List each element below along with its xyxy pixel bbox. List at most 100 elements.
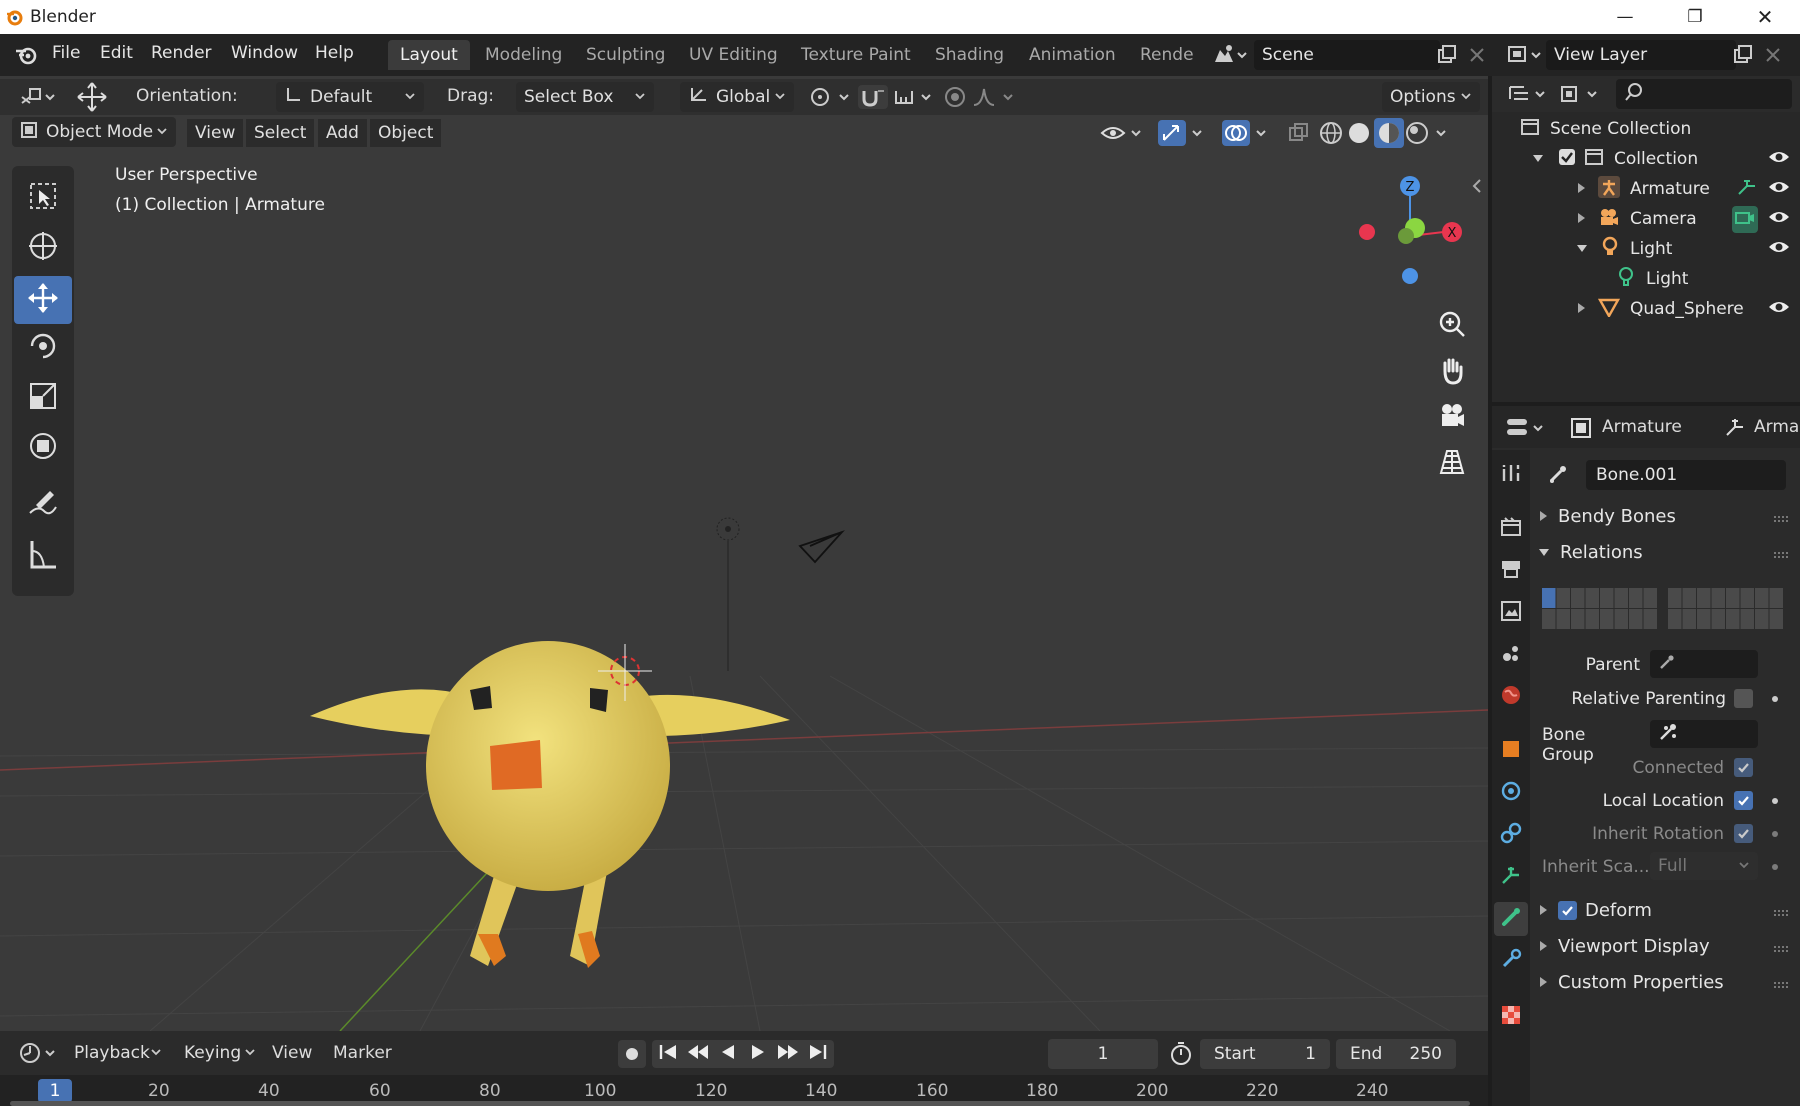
bone-layer-cell[interactable] <box>1643 588 1658 608</box>
gizmo-x-negative[interactable] <box>1359 224 1375 240</box>
bone-layer-cell[interactable] <box>1668 588 1682 608</box>
tab-armature-data[interactable] <box>1494 860 1528 894</box>
bone-layer-cell[interactable] <box>1629 588 1643 608</box>
cursor-tool[interactable] <box>14 224 72 272</box>
proportional-editing-icon[interactable] <box>942 85 968 109</box>
timeline-view-menu[interactable]: View <box>272 1043 312 1063</box>
camera-view-button[interactable] <box>1432 398 1472 438</box>
jump-to-keyframe-back-icon[interactable] <box>686 1042 710 1067</box>
bone-layer-cell[interactable] <box>1740 609 1755 629</box>
viewport-menu-object[interactable]: Object <box>370 119 442 147</box>
animate-property-dot[interactable] <box>1772 864 1778 870</box>
tab-modeling[interactable]: Modeling <box>473 40 574 70</box>
eye-icon[interactable] <box>1768 179 1790 200</box>
animate-property-dot[interactable] <box>1772 798 1778 804</box>
keying-dropdown[interactable]: Keying <box>176 1038 264 1068</box>
outliner-search-input[interactable] <box>1616 79 1792 109</box>
outliner-item-light-data[interactable]: Light <box>1616 264 1688 294</box>
tab-render[interactable] <box>1494 512 1528 546</box>
bone-layer-cell[interactable] <box>1697 609 1711 629</box>
bone-name-field[interactable]: Bone.001 <box>1586 460 1786 490</box>
viewport-menu-add[interactable]: Add <box>318 119 367 147</box>
bone-layer-cell[interactable] <box>1740 588 1755 608</box>
eye-icon[interactable] <box>1768 209 1790 230</box>
bone-layer-cell[interactable] <box>1556 588 1571 608</box>
timeline-marker-menu[interactable]: Marker <box>333 1043 392 1063</box>
panel-grip[interactable] <box>1774 946 1788 952</box>
bone-layer-cell[interactable] <box>1668 609 1682 629</box>
tab-uv-editing[interactable]: UV Editing <box>677 40 790 70</box>
panel-bendy-bones[interactable]: Bendy Bones <box>1538 506 1676 527</box>
object-mode-dropdown[interactable]: Object Mode <box>12 117 176 147</box>
panel-grip[interactable] <box>1774 910 1788 916</box>
orientation-dropdown[interactable]: Default <box>276 82 424 112</box>
collection-checkbox[interactable] <box>1558 148 1576 171</box>
bone-layer-cell[interactable] <box>1614 609 1629 629</box>
delete-view-layer-icon[interactable] <box>1764 46 1782 64</box>
tab-constraints[interactable] <box>1494 818 1528 852</box>
scene-name-field[interactable]: Scene <box>1254 40 1440 70</box>
bone-layer-cell[interactable] <box>1585 609 1600 629</box>
jump-to-start-icon[interactable] <box>656 1042 680 1067</box>
armature-data-icon[interactable] <box>1736 177 1758 202</box>
scale-tool[interactable] <box>14 374 72 422</box>
tab-texture[interactable] <box>1494 1000 1528 1034</box>
tab-shading[interactable]: Shading <box>923 40 1016 70</box>
bone-layer-cell[interactable] <box>1711 609 1726 629</box>
tab-sculpting[interactable]: Sculpting <box>574 40 677 70</box>
gizmo-dropdown-icon[interactable] <box>1190 120 1206 146</box>
transform-orientation-dropdown[interactable]: Global <box>680 82 794 112</box>
panel-relations[interactable]: Relations <box>1538 542 1643 563</box>
bone-layer-cell[interactable] <box>1643 609 1658 629</box>
bone-layer-cell[interactable] <box>1682 588 1697 608</box>
bone-layer-cell[interactable] <box>1571 609 1585 629</box>
tab-layout[interactable]: Layout <box>388 40 470 70</box>
shading-wireframe-icon[interactable] <box>1318 120 1344 146</box>
inherit-scale-dropdown[interactable]: Full <box>1650 852 1758 880</box>
gizmo-y-negative[interactable] <box>1398 228 1414 244</box>
shading-material-icon[interactable] <box>1374 118 1404 148</box>
bone-layer-cell[interactable] <box>1629 609 1643 629</box>
animate-property-dot[interactable] <box>1772 696 1778 702</box>
bone-layer-cell[interactable] <box>1711 588 1726 608</box>
3d-viewport[interactable]: Orientation: Default Drag: Select Box Gl… <box>0 76 1488 1031</box>
record-icon[interactable] <box>618 1040 646 1068</box>
bone-layer-cell[interactable] <box>1600 609 1614 629</box>
snap-target-icon[interactable] <box>892 85 938 109</box>
pivot-point-icon[interactable] <box>808 85 854 109</box>
tab-bone[interactable] <box>1494 902 1528 936</box>
overlays-toggle-icon[interactable] <box>1222 120 1250 146</box>
tab-tool[interactable] <box>1494 458 1528 492</box>
play-icon[interactable] <box>746 1042 770 1067</box>
tab-object[interactable] <box>1494 734 1528 768</box>
tab-texture-paint[interactable]: Texture Paint <box>789 40 923 70</box>
minimize-button[interactable]: — <box>1590 0 1660 34</box>
editor-type-icon[interactable] <box>18 85 58 109</box>
start-frame-field[interactable]: Start 1 <box>1200 1039 1330 1069</box>
inherit-rotation-checkbox[interactable] <box>1734 824 1753 843</box>
expand-arrow-right-icon[interactable] <box>1576 299 1586 319</box>
tab-output[interactable] <box>1494 554 1528 588</box>
overlays-dropdown-icon[interactable] <box>1254 120 1270 146</box>
end-frame-field[interactable]: End 250 <box>1336 1039 1456 1069</box>
ortho-toggle-button[interactable] <box>1432 444 1472 484</box>
bone-group-field[interactable] <box>1650 720 1758 748</box>
bone-layer-cell[interactable] <box>1697 588 1711 608</box>
bone-layer-cell[interactable] <box>1542 609 1556 629</box>
shading-rendered-icon[interactable] <box>1404 120 1430 146</box>
panel-grip[interactable] <box>1774 552 1788 558</box>
expand-arrow-right-icon[interactable] <box>1576 209 1586 229</box>
outliner-item-light[interactable]: Light <box>1556 234 1800 264</box>
menu-file[interactable]: File <box>52 43 80 63</box>
view-layer-field[interactable]: View Layer <box>1546 40 1736 70</box>
annotate-tool[interactable] <box>14 482 72 530</box>
panel-custom-properties[interactable]: Custom Properties <box>1538 972 1724 993</box>
timeline-scrollbar[interactable] <box>10 1101 1470 1106</box>
properties-object-name[interactable]: Armature <box>1602 417 1682 437</box>
bone-layer-cell[interactable] <box>1726 609 1740 629</box>
outliner-scene-collection[interactable]: Scene Collection <box>1520 114 1691 144</box>
new-view-layer-icon[interactable] <box>1732 44 1754 66</box>
menu-edit[interactable]: Edit <box>100 43 133 63</box>
jump-to-end-icon[interactable] <box>806 1042 830 1067</box>
eye-icon[interactable] <box>1768 149 1790 170</box>
